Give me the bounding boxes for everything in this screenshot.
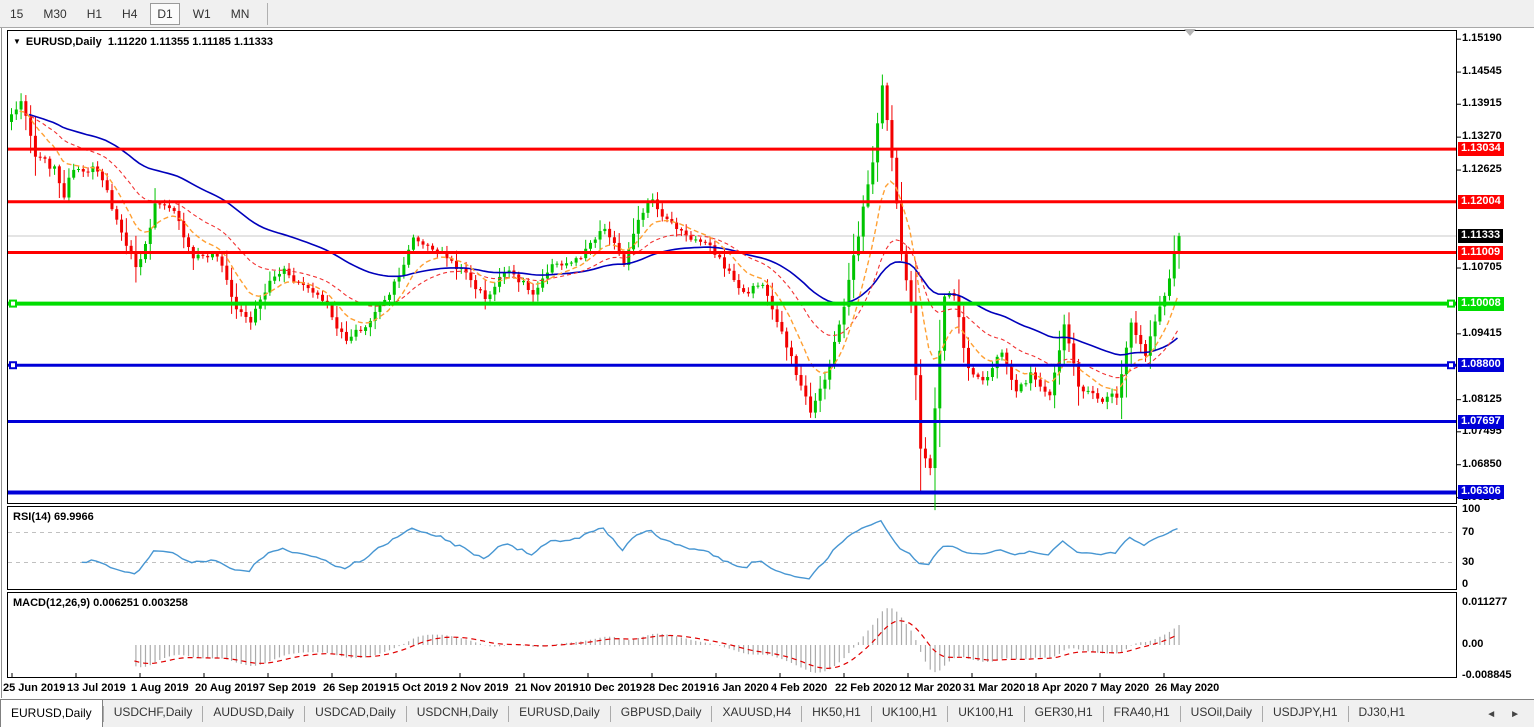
chart-tab-bar: EURUSD,Daily USDCHF,Daily AUDUSD,Daily USDC… xyxy=(0,699,1534,727)
rsi-axis-label: 100 xyxy=(1462,503,1481,515)
chart-symbol-label: EURUSD,Daily xyxy=(25,36,102,48)
chart-tab-usdjpy-h1[interactable]: USDJPY,H1 xyxy=(1263,700,1347,727)
chart-tab-usdcad-daily[interactable]: USDCAD,Daily xyxy=(305,700,406,727)
chart-tab-gbpusd-daily[interactable]: GBPUSD,Daily xyxy=(611,700,712,727)
mt4-window: 15 M30 H1 H4 D1 W1 MN ▼ EURUSD,Daily 1.11220 1.… xyxy=(0,0,1534,727)
price-badge-1.13034: 1.13034 xyxy=(1458,142,1504,157)
price-badge-1.06306: 1.06306 xyxy=(1458,485,1504,500)
autoscroll-marker-icon[interactable] xyxy=(1184,29,1196,36)
macd-values: 0.006251 0.003258 xyxy=(93,597,188,609)
chart-tab-hk50-h1[interactable]: HK50,H1 xyxy=(802,700,871,727)
tab-scroll-left-button[interactable]: ◄ xyxy=(1486,709,1496,720)
price-axis-label: 1.14545 xyxy=(1462,65,1502,78)
main-panel-frame xyxy=(7,30,1457,504)
price-axis-label: 1.10705 xyxy=(1462,261,1502,274)
price-badge-1.11009: 1.11009 xyxy=(1458,245,1504,260)
price-badge-1.08800: 1.08800 xyxy=(1458,358,1504,373)
rsi-panel-frame xyxy=(7,506,1457,590)
tab-scroll-right-button[interactable]: ► xyxy=(1510,709,1520,720)
chevron-down-icon[interactable]: ▼ xyxy=(13,37,21,46)
macd-axis-label: -0.008845 xyxy=(1462,669,1512,681)
chart-tab-audusd-daily[interactable]: AUDUSD,Daily xyxy=(203,700,304,727)
chart-tab-xauusd-h4[interactable]: XAUUSD,H4 xyxy=(712,700,801,727)
price-axis-label: 1.06850 xyxy=(1462,457,1502,470)
rsi-axis-label: 70 xyxy=(1462,525,1475,538)
level-anchor-marker[interactable] xyxy=(9,361,17,370)
price-axis-label: 1.08125 xyxy=(1462,392,1502,405)
price-axis-label: 1.09415 xyxy=(1462,326,1502,339)
chart-title: ▼ EURUSD,Daily 1.11220 1.11355 1.11185 1.… xyxy=(13,36,273,48)
chart-tab-uk100-h1[interactable]: UK100,H1 xyxy=(872,700,947,727)
rsi-axis-label: 30 xyxy=(1462,555,1475,568)
chart-tab-usdcnh-daily[interactable]: USDCNH,Daily xyxy=(407,700,508,727)
price-badge-1.11333: 1.11333 xyxy=(1458,228,1504,243)
rsi-value: 69.9966 xyxy=(53,511,94,523)
macd-label: MACD(12,26,9) 0.006251 0.003258 xyxy=(13,597,188,609)
rsi-axis-label: 0 xyxy=(1462,578,1469,590)
chart-tab-eurusd-daily[interactable]: EURUSD,Daily xyxy=(0,699,103,727)
chart-tab-uk100-h1[interactable]: UK100,H1 xyxy=(948,700,1023,727)
rsi-name: RSI(14) xyxy=(13,511,51,523)
macd-panel-frame xyxy=(7,592,1457,678)
chart-tab-dj30-h1[interactable]: DJ30,H1 xyxy=(1349,700,1416,727)
chart-tab-usdchf-daily[interactable]: USDCHF,Daily xyxy=(104,700,203,727)
rsi-label: RSI(14) 69.9966 xyxy=(13,511,94,523)
price-badge-1.12004: 1.12004 xyxy=(1458,194,1504,209)
price-badge-1.07697: 1.07697 xyxy=(1458,414,1504,429)
macd-name: MACD(12,26,9) xyxy=(13,597,91,609)
tab-scroll-arrows: ◄ ► xyxy=(1486,700,1534,727)
price-axis-label: 1.15190 xyxy=(1462,32,1502,45)
level-anchor-marker[interactable] xyxy=(9,299,17,308)
chart-ohlc-values: 1.11220 1.11355 1.11185 1.11333 xyxy=(107,36,274,48)
macd-axis-label: 0.00 xyxy=(1462,638,1484,650)
level-anchor-marker[interactable] xyxy=(1447,361,1455,370)
price-axis-label: 1.13915 xyxy=(1462,97,1502,110)
chart-tab-usoil-daily[interactable]: USOil,Daily xyxy=(1181,700,1262,727)
chart-tab-fra40-h1[interactable]: FRA40,H1 xyxy=(1104,700,1180,727)
price-axis-label: 1.12625 xyxy=(1462,163,1502,176)
macd-axis-label: 0.011277 xyxy=(1462,596,1508,608)
price-badge-1.10008: 1.10008 xyxy=(1458,296,1504,311)
chart-tab-ger30-h1[interactable]: GER30,H1 xyxy=(1025,700,1103,727)
chart-canvas xyxy=(7,30,1461,678)
level-anchor-marker[interactable] xyxy=(1447,299,1455,308)
price-axis-label: 1.13270 xyxy=(1462,130,1502,143)
chart-tab-eurusd-daily[interactable]: EURUSD,Daily xyxy=(509,700,610,727)
